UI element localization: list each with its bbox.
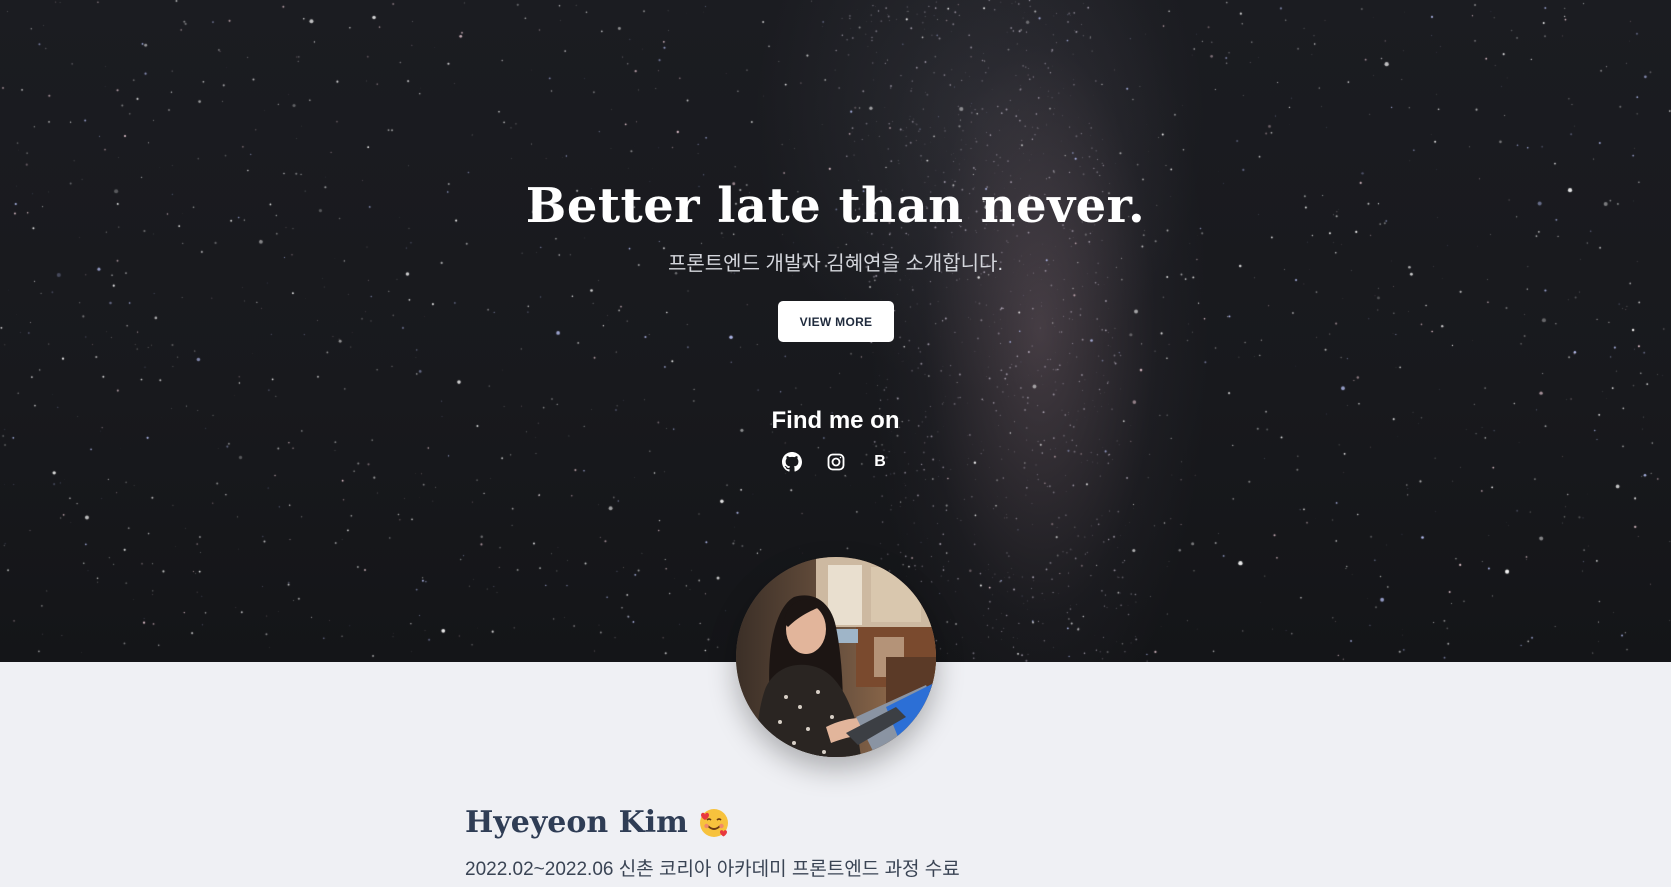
github-link[interactable] bbox=[780, 450, 804, 474]
about-section: Hyeyeon Kim 2022.02~2022.06 신촌 코리아 아카데미 … bbox=[465, 805, 960, 881]
profile-photo bbox=[736, 557, 936, 757]
instagram-icon bbox=[827, 453, 845, 471]
profile-name-heading: Hyeyeon Kim bbox=[465, 805, 960, 840]
blog-link[interactable]: B bbox=[868, 450, 892, 474]
blog-icon: B bbox=[874, 453, 886, 470]
instagram-link[interactable] bbox=[824, 450, 848, 474]
github-icon bbox=[782, 452, 802, 472]
social-links: B bbox=[780, 450, 892, 474]
find-me-on-heading: Find me on bbox=[771, 407, 900, 434]
avatar bbox=[736, 557, 936, 757]
profile-name: Hyeyeon Kim bbox=[465, 805, 688, 840]
history-line: 2022.02~2022.06 신촌 코리아 아카데미 프론트엔드 과정 수료 bbox=[465, 859, 960, 880]
hero-subtitle: 프론트엔드 개발자 김혜연을 소개합니다. bbox=[667, 253, 1004, 275]
smiling-face-with-hearts-icon bbox=[699, 808, 728, 837]
hero-title: Better late than never. bbox=[525, 178, 1146, 234]
view-more-button[interactable]: VIEW MORE bbox=[778, 301, 894, 342]
